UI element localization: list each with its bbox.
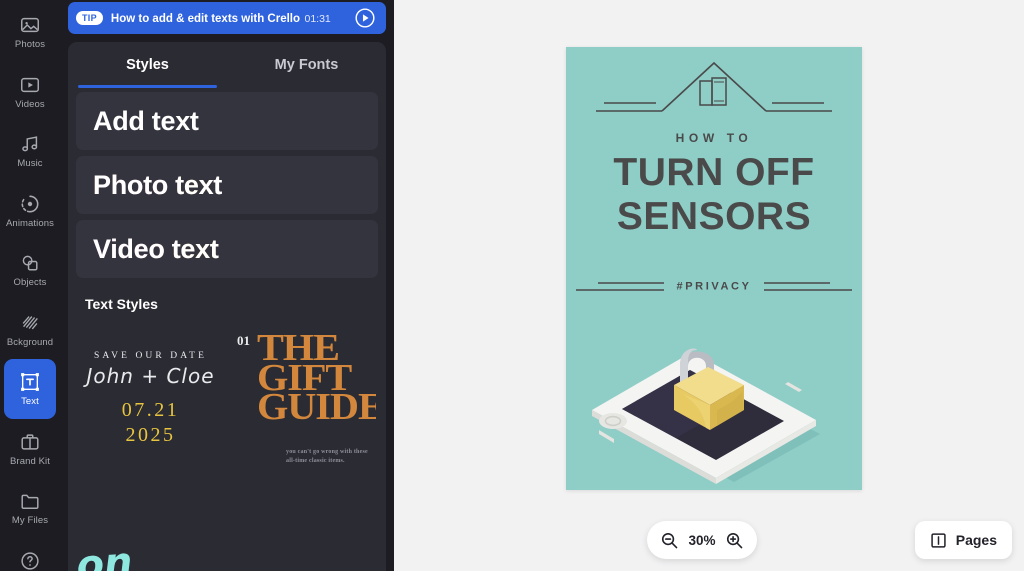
tip-title: How to add & edit texts with Crello — [110, 12, 301, 25]
zoom-level-value[interactable]: 30% — [688, 533, 715, 548]
style-word-stack: THE GIFT GUIDE — [257, 329, 376, 429]
style-line3: GUIDE — [257, 386, 376, 429]
sidebar-item-photos[interactable]: Photos — [4, 2, 56, 62]
tip-badge: TIP — [76, 11, 103, 25]
panel-tabs: Styles My Fonts — [68, 42, 386, 88]
pages-button-label: Pages — [955, 532, 997, 548]
sidebar-item-text[interactable]: Text — [4, 359, 56, 419]
tab-styles[interactable]: Styles — [68, 42, 227, 88]
left-sidebar: Photos Videos Music Animations Objects B… — [0, 0, 60, 571]
sidebar-item-background[interactable]: Bckground — [4, 300, 56, 360]
text-styles-grid: SAVE OUR DATE John + Cloe 07.21 2025 01 … — [76, 324, 378, 571]
tab-my-fonts[interactable]: My Fonts — [227, 42, 386, 88]
folder-icon — [19, 490, 41, 512]
crello-editor: Photos Videos Music Animations Objects B… — [0, 0, 1024, 571]
video-icon — [19, 74, 41, 96]
sidebar-item-label: Videos — [15, 98, 45, 110]
style-caption: you can't go wrong with these all-time c… — [286, 449, 368, 464]
style-kicker: SAVE OUR DATE — [94, 350, 207, 361]
pages-button[interactable]: Pages — [914, 521, 1012, 559]
video-text-button[interactable]: Video text — [76, 220, 378, 278]
photo-icon — [19, 14, 41, 36]
text-icon — [19, 371, 41, 393]
tip-duration: 01:31 — [304, 12, 331, 25]
animation-icon — [19, 193, 41, 215]
tent-phone-motif-icon — [594, 59, 834, 121]
isometric-phone-with-padlock-illustration — [584, 302, 846, 490]
sidebar-item-animations[interactable]: Animations — [4, 181, 56, 241]
text-styles-heading: Text Styles — [85, 296, 158, 312]
style-date: 07.21 2025 — [122, 398, 180, 448]
add-text-label: Add text — [93, 105, 199, 136]
pages-panel-icon — [930, 532, 947, 549]
style-date-line1: 07.21 — [121, 398, 180, 421]
photo-text-label: Photo text — [93, 169, 222, 200]
sidebar-item-how-it-works[interactable]: How It — [4, 538, 56, 571]
design-canvas[interactable]: HOW TO TURN OFF SENSORS #PRIVACY — [566, 47, 862, 490]
background-icon — [19, 312, 41, 334]
style-word-text: rise — [250, 561, 357, 571]
zoom-control: 30% — [647, 521, 757, 559]
zoom-out-icon[interactable] — [660, 531, 679, 550]
canvas-workspace[interactable]: HOW TO TURN OFF SENSORS #PRIVACY 30% Pag… — [394, 0, 1024, 571]
sidebar-item-objects[interactable]: Objects — [4, 240, 56, 300]
style-card-gift-guide[interactable]: 01 THE GIFT GUIDE you can't go wrong wit… — [231, 324, 376, 474]
help-icon — [19, 550, 41, 571]
style-date-line2: 2025 — [125, 423, 176, 446]
panel-body: Add text Photo text Video text Text Styl… — [68, 88, 386, 571]
svg-text:#PRIVACY: #PRIVACY — [677, 281, 752, 293]
text-panel: TIP How to add & edit texts with Crello … — [60, 0, 394, 571]
tip-text-group: How to add & edit texts with Crello 01:3… — [111, 9, 346, 28]
sidebar-item-label: Music — [17, 158, 43, 169]
style-word: on sale — [78, 539, 135, 571]
objects-icon — [19, 252, 41, 274]
tip-banner[interactable]: TIP How to add & edit texts with Crello … — [68, 2, 386, 34]
sidebar-item-label: My Files — [11, 515, 49, 526]
canvas-headline-line1: TURN OFF — [613, 151, 815, 194]
sidebar-item-label: Bckground — [6, 336, 54, 348]
add-text-button[interactable]: Add text — [76, 92, 378, 150]
briefcase-icon — [19, 431, 41, 453]
canvas-hashtag-divider: #PRIVACY — [576, 276, 852, 296]
music-icon — [19, 133, 41, 155]
sidebar-item-label: Text — [21, 396, 39, 407]
panel-card: Styles My Fonts Add text Photo text Vide… — [68, 42, 386, 571]
canvas-header-group: HOW TO TURN OFF SENSORS #PRIVACY — [566, 47, 862, 297]
canvas-headline-line2: SENSORS — [616, 194, 812, 238]
style-card-save-our-date[interactable]: SAVE OUR DATE John + Cloe 07.21 2025 — [78, 324, 223, 474]
sidebar-item-label: Photos — [14, 39, 46, 50]
sidebar-item-my-files[interactable]: My Files — [4, 478, 56, 538]
zoom-in-icon[interactable] — [725, 531, 744, 550]
style-card-on-sale[interactable]: on sale — [78, 482, 223, 571]
sidebar-item-videos[interactable]: Videos — [4, 62, 56, 122]
canvas-kicker: HOW TO — [675, 131, 753, 145]
sidebar-item-label: Objects — [13, 277, 47, 288]
sidebar-item-label: Animations — [6, 217, 54, 229]
sidebar-item-label: Brand Kit — [10, 455, 50, 467]
canvas-headline: TURN OFF SENSORS — [566, 151, 862, 238]
sidebar-item-brand-kit[interactable]: Brand Kit — [4, 419, 56, 479]
style-names: John + Cloe — [86, 363, 215, 388]
play-circle-icon[interactable] — [354, 7, 376, 29]
style-card-rise[interactable]: rise — [231, 482, 376, 571]
style-number: 01 — [237, 333, 250, 348]
video-text-label: Video text — [93, 233, 219, 264]
photo-text-button[interactable]: Photo text — [76, 156, 378, 214]
sidebar-item-music[interactable]: Music — [4, 121, 56, 181]
